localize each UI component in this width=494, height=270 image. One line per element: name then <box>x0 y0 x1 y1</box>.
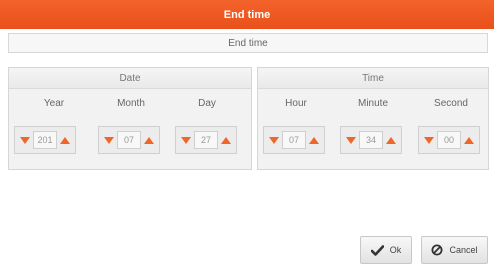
year-increment-arrow-up-icon[interactable] <box>58 133 72 147</box>
dialog-title: End time <box>0 0 494 29</box>
month-increment-arrow-up-icon[interactable] <box>142 133 156 147</box>
minute-decrement-arrow-down-icon[interactable] <box>344 133 358 147</box>
second-spinner: 00 <box>418 126 480 154</box>
second-decrement-arrow-down-icon[interactable] <box>422 133 436 147</box>
year-label: Year <box>43 98 65 109</box>
month-decrement-arrow-down-icon[interactable] <box>102 133 116 147</box>
year-spinner: 201 <box>14 126 76 154</box>
ok-button-label: Ok <box>389 245 402 255</box>
minute-label: Minute <box>357 98 388 109</box>
year-value[interactable]: 201 <box>33 131 57 149</box>
day-label: Day <box>198 98 216 109</box>
minute-increment-arrow-up-icon[interactable] <box>384 133 398 147</box>
second-increment-arrow-up-icon[interactable] <box>462 133 476 147</box>
minute-spinner: 34 <box>340 126 402 154</box>
month-label: Month <box>117 98 145 109</box>
date-group: Date Year Month Day 201 07 27 <box>8 67 252 170</box>
cancel-button[interactable]: Cancel <box>421 236 488 264</box>
cancel-circle-icon <box>431 244 443 256</box>
hour-decrement-arrow-down-icon[interactable] <box>267 133 281 147</box>
day-value[interactable]: 27 <box>194 131 218 149</box>
day-increment-arrow-up-icon[interactable] <box>219 133 233 147</box>
hour-label: Hour <box>285 98 307 109</box>
cancel-button-label: Cancel <box>449 245 478 255</box>
second-value[interactable]: 00 <box>437 131 461 149</box>
hour-increment-arrow-up-icon[interactable] <box>307 133 321 147</box>
month-value[interactable]: 07 <box>117 131 141 149</box>
time-group-heading: Time <box>258 68 488 89</box>
dialog-subtitle: End time <box>8 33 488 53</box>
day-spinner: 27 <box>175 126 237 154</box>
check-icon <box>370 244 384 256</box>
hour-value[interactable]: 07 <box>282 131 306 149</box>
minute-value[interactable]: 34 <box>359 131 383 149</box>
year-decrement-arrow-down-icon[interactable] <box>18 133 32 147</box>
day-decrement-arrow-down-icon[interactable] <box>179 133 193 147</box>
month-spinner: 07 <box>98 126 160 154</box>
date-group-heading: Date <box>9 68 251 89</box>
time-group: Time Hour Minute Second 07 34 00 <box>257 67 489 170</box>
second-label: Second <box>434 98 468 109</box>
ok-button[interactable]: Ok <box>360 236 412 264</box>
hour-spinner: 07 <box>263 126 325 154</box>
